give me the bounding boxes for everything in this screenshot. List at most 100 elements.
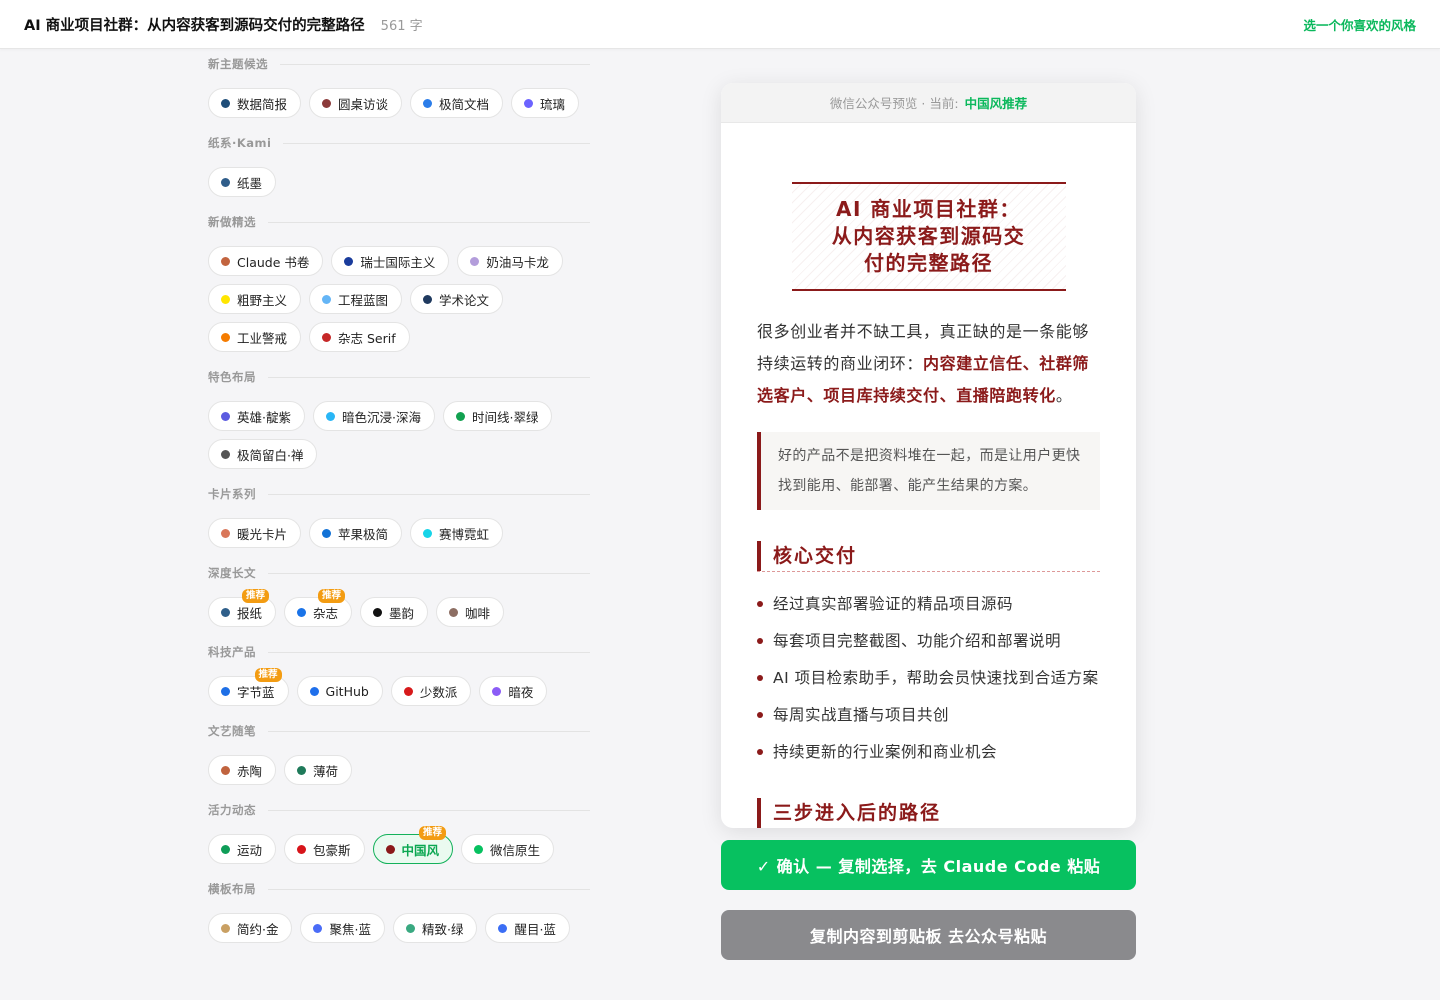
copy-to-clipboard-button[interactable]: 复制内容到剪贴板 去公众号粘贴 xyxy=(721,910,1136,960)
theme-chip[interactable]: 极简文档 xyxy=(410,88,504,118)
theme-chip[interactable]: 简约·金 xyxy=(208,913,293,943)
theme-group: 横板布局简约·金 聚焦·蓝 精致·绿 醒目·蓝 xyxy=(208,874,590,953)
theme-chip-label: 中国风 xyxy=(401,842,440,858)
theme-chip-label: 包豪斯 xyxy=(313,842,351,858)
wechat-preview-card: 微信公众号预览 · 当前: 中国风推荐 AI 商业项目社群： 从内容获客到源码交… xyxy=(721,83,1136,828)
theme-chip[interactable]: Claude 书卷 xyxy=(208,246,324,276)
theme-chip[interactable]: 包豪斯 xyxy=(284,834,365,864)
theme-group: 纸系·Kami 纸墨 xyxy=(208,128,590,207)
theme-group-title: 活力动态 xyxy=(208,795,590,825)
confirm-copy-selection-button[interactable]: ✓ 确认 — 复制选择，去 Claude Code 粘贴 xyxy=(721,840,1136,890)
theme-chip[interactable]: 杂志 推荐 xyxy=(284,589,353,627)
intro-end: 。 xyxy=(1055,386,1073,405)
theme-color-dot xyxy=(221,177,230,187)
theme-chip-label: 字节蓝 xyxy=(237,684,275,700)
theme-chip[interactable]: 暖光卡片 xyxy=(208,518,302,548)
theme-color-dot xyxy=(313,923,323,933)
theme-chip[interactable]: 运动 xyxy=(208,834,277,864)
theme-chip-label: 英雄·靛紫 xyxy=(237,409,291,425)
theme-chip[interactable]: GitHub xyxy=(296,676,383,706)
theme-chip[interactable]: 粗野主义 xyxy=(208,284,302,314)
theme-chip[interactable]: 纸墨 xyxy=(208,167,277,197)
theme-group: 卡片系列 暖光卡片 苹果极简 赛博霓虹 xyxy=(208,479,590,558)
theme-chip-label: 极简留白·禅 xyxy=(237,447,304,463)
article-title-line: 从内容获客到源码交 xyxy=(831,224,1026,248)
theme-chip-label: 少数派 xyxy=(419,684,458,700)
theme-chip[interactable]: 数据简报 xyxy=(208,88,302,118)
document-title: AI 商业项目社群：从内容获客到源码交付的完整路径 xyxy=(24,17,365,34)
theme-chip[interactable]: 暗色沉浸·深海 xyxy=(312,401,435,431)
theme-color-dot xyxy=(470,256,480,266)
theme-chip[interactable]: 极简留白·禅 xyxy=(208,439,318,469)
deliverables-list: 经过真实部署验证的精品项目源码 每套项目完整截图、功能介绍和部署说明 AI 项目… xyxy=(757,588,1100,768)
theme-group-title: 纸系·Kami xyxy=(208,128,590,158)
theme-chip[interactable]: 中国风 推荐 xyxy=(372,826,454,864)
preview-header: 微信公众号预览 · 当前: 中国风推荐 xyxy=(721,83,1136,123)
theme-color-dot xyxy=(322,332,332,342)
theme-chip[interactable]: 薄荷 xyxy=(284,755,353,785)
theme-chip-label: 苹果极简 xyxy=(338,526,389,542)
theme-group: 活力动态 运动 包豪斯 中国风 推荐 微信原生 xyxy=(208,795,590,874)
theme-chip-label: 咖啡 xyxy=(465,605,491,621)
theme-color-dot xyxy=(221,294,230,304)
theme-chip[interactable]: 瑞士国际主义 xyxy=(331,246,450,276)
theme-chip-label: 杂志 xyxy=(313,605,339,621)
theme-group-title: 新主题候选 xyxy=(208,49,590,79)
theme-chip-label: 精致·绿 xyxy=(421,921,464,937)
theme-color-dot xyxy=(385,844,395,854)
theme-chip-label: 学术论文 xyxy=(439,292,490,308)
theme-chip[interactable]: 学术论文 xyxy=(410,284,504,314)
theme-chip[interactable]: 杂志 Serif xyxy=(309,322,410,352)
theme-chip[interactable]: 咖啡 xyxy=(436,597,505,627)
recommended-badge: 推荐 xyxy=(419,826,447,840)
theme-color-dot xyxy=(309,686,319,696)
theme-color-dot xyxy=(322,98,332,108)
theme-color-dot xyxy=(221,923,230,933)
theme-group-title: 特色布局 xyxy=(208,362,590,392)
theme-color-dot xyxy=(297,765,307,775)
theme-chip-label: 奶油马卡龙 xyxy=(486,254,549,270)
theme-chip-label: 简约·金 xyxy=(237,921,279,937)
theme-group: 新做精选 Claude 书卷 瑞士国际主义 奶油马卡龙 粗野主义 工程蓝图 学术论文 工业警戒… xyxy=(208,207,590,362)
theme-color-dot xyxy=(221,844,230,854)
theme-chip[interactable]: 醒目·蓝 xyxy=(485,913,570,943)
theme-chip[interactable]: 精致·绿 xyxy=(392,913,478,943)
theme-group: 科技产品 字节蓝 推荐 GitHub 少数派 暗夜 xyxy=(208,637,590,716)
list-item: 持续更新的行业案例和商业机会 xyxy=(757,736,1100,768)
theme-chip-label: 瑞士国际主义 xyxy=(360,254,436,270)
theme-chip[interactable]: 墨韵 xyxy=(360,597,429,627)
article-intro: 很多创业者并不缺工具，真正缺的是一条能够持续运转的商业闭环：内容建立信任、社群筛… xyxy=(757,316,1100,412)
theme-chip[interactable]: 英雄·靛紫 xyxy=(208,401,305,431)
theme-chip[interactable]: 苹果极简 xyxy=(309,518,403,548)
theme-color-dot xyxy=(498,923,508,933)
section-divider xyxy=(757,571,1100,572)
theme-chip-label: 暖光卡片 xyxy=(237,526,288,542)
theme-chip[interactable]: 报纸 推荐 xyxy=(208,589,277,627)
theme-group: 深度长文 报纸 推荐 杂志 推荐 墨韵 咖啡 xyxy=(208,558,590,637)
theme-chip[interactable]: 暗夜 xyxy=(479,676,548,706)
theme-group-title: 文艺随笔 xyxy=(208,716,590,746)
theme-chip[interactable]: 时间线·翠绿 xyxy=(442,401,553,431)
theme-picker-panel: 新主题候选 数据简报 圆桌访谈 极简文档 琉璃 纸系·Kami 纸墨 新做精选 Claude 书… xyxy=(208,49,590,953)
theme-chip[interactable]: 少数派 xyxy=(390,676,472,706)
theme-chip-label: GitHub xyxy=(325,683,369,699)
theme-chip[interactable]: 工程蓝图 xyxy=(309,284,403,314)
theme-chip-list: 运动 包豪斯 中国风 推荐 微信原生 xyxy=(208,825,590,874)
theme-group: 新主题候选数据简报 圆桌访谈 极简文档 琉璃 xyxy=(208,49,590,128)
theme-group-title: 横板布局 xyxy=(208,874,590,904)
theme-chip[interactable]: 字节蓝 推荐 xyxy=(208,668,289,706)
theme-chip[interactable]: 工业警戒 xyxy=(208,322,302,352)
article-quote: 好的产品不是把资料堆在一起，而是让用户更快找到能用、能部署、能产生结果的方案。 xyxy=(757,432,1100,510)
theme-chip[interactable]: 赤陶 xyxy=(208,755,277,785)
theme-chip[interactable]: 奶油马卡龙 xyxy=(457,246,563,276)
theme-chip[interactable]: 聚焦·蓝 xyxy=(300,913,385,943)
theme-chip-label: 纸墨 xyxy=(237,175,263,191)
theme-chip[interactable]: 微信原生 xyxy=(461,834,555,864)
theme-color-dot xyxy=(322,294,332,304)
theme-chip[interactable]: 琉璃 xyxy=(511,88,580,118)
theme-chip-label: 极简文档 xyxy=(439,96,490,112)
theme-chip-label: 微信原生 xyxy=(490,842,541,858)
theme-chip-list: Claude 书卷 瑞士国际主义 奶油马卡龙粗野主义 工程蓝图 学术论文工业警戒 杂志 S… xyxy=(208,237,590,362)
theme-chip[interactable]: 赛博霓虹 xyxy=(410,518,504,548)
theme-chip[interactable]: 圆桌访谈 xyxy=(309,88,403,118)
